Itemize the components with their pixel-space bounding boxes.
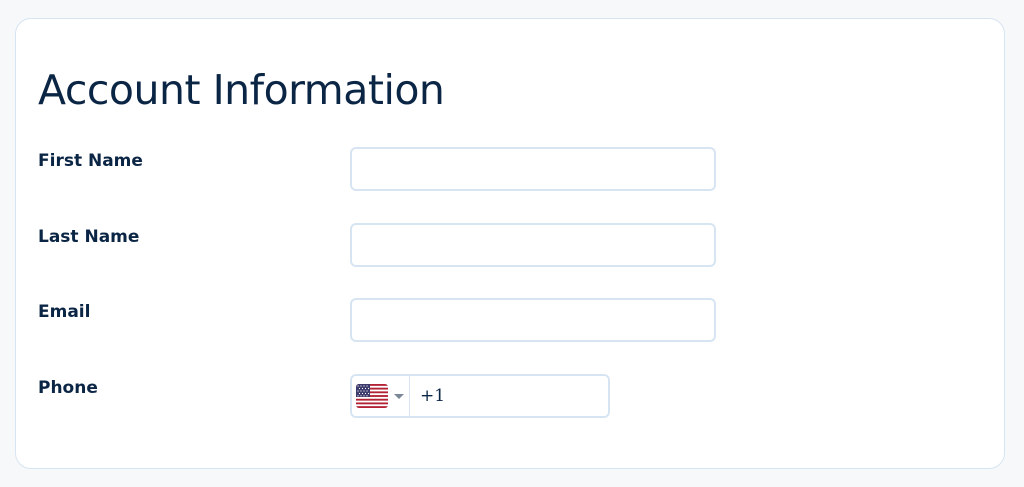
- phone-label: Phone: [38, 378, 98, 398]
- last-name-field[interactable]: [350, 223, 716, 267]
- us-flag-icon: [356, 384, 388, 408]
- first-name-label: First Name: [38, 151, 143, 171]
- chevron-down-icon: [394, 393, 404, 399]
- country-code-dropdown[interactable]: [352, 376, 410, 416]
- phone-input[interactable]: [410, 376, 608, 416]
- account-information-card: Account Information First Name Last Name…: [15, 18, 1005, 469]
- phone-field-group: [350, 374, 610, 418]
- email-label: Email: [38, 302, 91, 322]
- last-name-label: Last Name: [38, 227, 140, 247]
- email-field[interactable]: [350, 298, 716, 342]
- page-title: Account Information: [38, 66, 445, 114]
- first-name-field[interactable]: [350, 147, 716, 191]
